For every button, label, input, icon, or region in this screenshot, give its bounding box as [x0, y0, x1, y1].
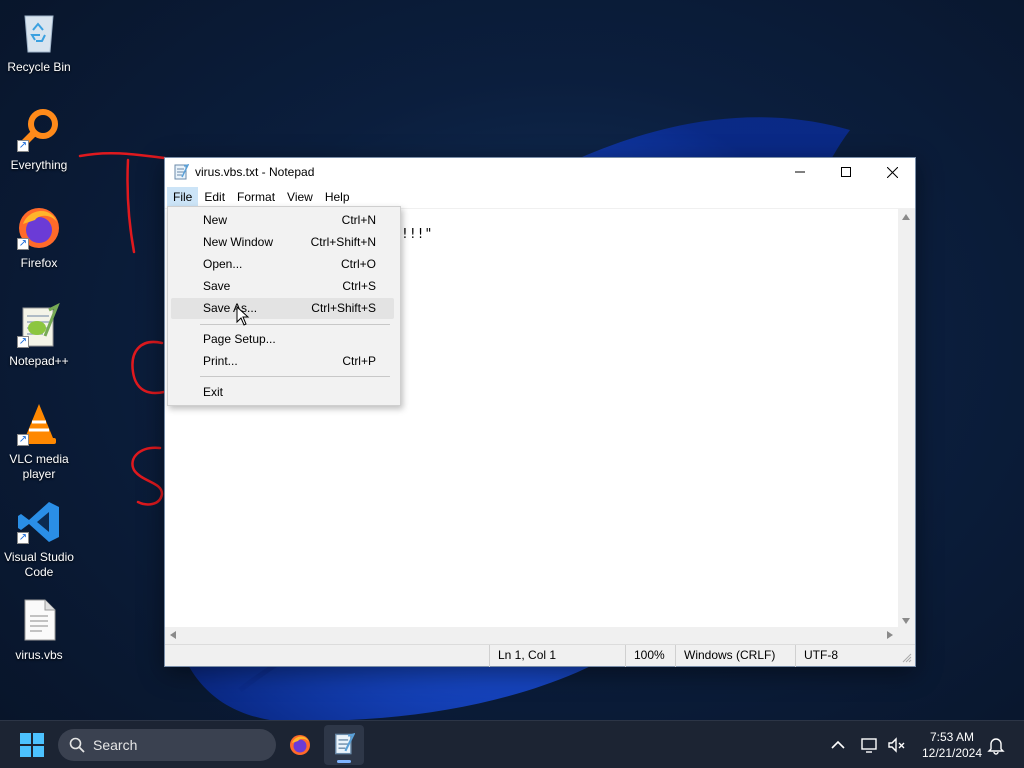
volume-muted-icon[interactable]: [886, 735, 906, 755]
shortcut-arrow-icon: ↗: [17, 140, 29, 152]
notepad-app-icon: [174, 164, 189, 180]
scroll-right-icon[interactable]: [887, 631, 893, 639]
taskbar-firefox[interactable]: [280, 725, 320, 765]
shortcut-arrow-icon: ↗: [17, 434, 29, 446]
horizontal-scrollbar[interactable]: [165, 627, 898, 644]
menu-item-label: Save: [203, 279, 231, 293]
shortcut-arrow-icon: ↗: [17, 532, 29, 544]
menu-view[interactable]: View: [281, 187, 319, 207]
status-bar: Ln 1, Col 1 100% Windows (CRLF) UTF-8: [165, 644, 915, 667]
firefox-icon: [290, 735, 310, 755]
notepad-icon: [335, 733, 355, 755]
minimize-button[interactable]: [777, 158, 823, 186]
maximize-button[interactable]: [823, 158, 869, 186]
menu-item-shortcut: Ctrl+O: [340, 257, 376, 271]
title-bar[interactable]: virus.vbs.txt - Notepad: [165, 158, 915, 186]
everything-search-icon: ↗: [15, 106, 63, 154]
menu-separator: [200, 324, 390, 325]
menu-file[interactable]: File: [167, 187, 199, 207]
menu-item-shortcut: Ctrl+P: [342, 354, 376, 368]
search-placeholder: Search: [93, 737, 138, 753]
menu-item-new-window[interactable]: New Window Ctrl+Shift+N: [171, 232, 394, 253]
taskbar-clock[interactable]: 7:53 AM 12/21/2024: [910, 729, 994, 761]
recycle-bin-icon: [15, 8, 63, 56]
firefox-icon: ↗: [15, 204, 63, 252]
status-zoom: 100%: [625, 645, 675, 667]
menu-help[interactable]: Help: [319, 187, 356, 207]
menu-item-save-as[interactable]: Save As... Ctrl+Shift+S: [171, 298, 394, 319]
menu-item-shortcut: Ctrl+S: [342, 279, 376, 293]
close-icon: [886, 166, 898, 178]
menu-item-label: Page Setup...: [203, 332, 276, 346]
editor-content: !!!": [401, 227, 433, 242]
menu-item-exit[interactable]: Exit: [171, 382, 394, 403]
maximize-icon: [841, 167, 851, 177]
file-menu-dropdown: New Ctrl+N New Window Ctrl+Shift+N Open.…: [167, 206, 401, 406]
menu-item-shortcut: Ctrl+Shift+S: [311, 301, 376, 315]
vbs-file-icon: [15, 596, 63, 644]
status-line-ending: Windows (CRLF): [675, 645, 795, 667]
taskbar-search-box[interactable]: Search: [58, 729, 276, 761]
desktop-icon-notepadpp[interactable]: ↗ Notepad++: [2, 302, 76, 369]
search-icon: [69, 737, 85, 753]
menu-item-label: Exit: [203, 385, 224, 399]
menu-item-new[interactable]: New Ctrl+N: [171, 210, 394, 231]
menu-item-shortcut: Ctrl+N: [341, 213, 376, 227]
shortcut-arrow-icon: ↗: [17, 238, 29, 250]
desktop-icon-label: Recycle Bin: [7, 60, 71, 74]
clock-time: 7:53 AM: [929, 730, 975, 744]
menu-item-print[interactable]: Print... Ctrl+P: [171, 351, 394, 372]
menu-item-label: New: [203, 213, 228, 227]
active-app-indicator: [337, 760, 351, 763]
status-position: Ln 1, Col 1: [489, 645, 625, 667]
desktop-icon-label: Visual Studio Code: [4, 550, 74, 579]
desktop-icon-label: Notepad++: [9, 354, 69, 368]
desktop-icon-firefox[interactable]: ↗ Firefox: [2, 204, 76, 271]
desktop-icon-recycle-bin[interactable]: Recycle Bin: [2, 8, 76, 75]
shortcut-arrow-icon: ↗: [17, 336, 29, 348]
scrollbar-corner: [898, 627, 915, 644]
close-button[interactable]: [869, 158, 915, 186]
taskbar: Search 7:53 AM 12/21/2024: [0, 720, 1024, 768]
network-icon[interactable]: [860, 735, 880, 755]
desktop-icon-label: VLC media player: [9, 452, 69, 481]
menu-format[interactable]: Format: [231, 187, 281, 207]
vscode-icon: ↗: [15, 498, 63, 546]
vlc-icon: ↗: [15, 400, 63, 448]
desktop-icon-label: Firefox: [20, 256, 58, 270]
notepadpp-icon: ↗: [15, 302, 63, 350]
clock-date: 12/21/2024: [921, 746, 983, 760]
menu-item-label: New Window: [203, 235, 274, 249]
scroll-up-icon[interactable]: [902, 214, 910, 220]
scroll-left-icon[interactable]: [170, 631, 176, 639]
desktop-icon-label: Everything: [10, 158, 68, 172]
menu-item-label: Open...: [203, 257, 243, 271]
resize-grip-icon[interactable]: [902, 653, 912, 663]
taskbar-notepad[interactable]: [324, 725, 364, 765]
menu-item-save[interactable]: Save Ctrl+S: [171, 276, 394, 297]
chevron-up-icon[interactable]: [828, 735, 848, 755]
desktop-icon-virus-vbs[interactable]: virus.vbs: [2, 596, 76, 663]
menu-item-open[interactable]: Open... Ctrl+O: [171, 254, 394, 275]
desktop-icon-everything[interactable]: ↗ Everything: [2, 106, 76, 173]
desktop-icon-vlc[interactable]: ↗ VLC media player: [2, 400, 76, 482]
scroll-down-icon[interactable]: [902, 618, 910, 624]
menu-item-shortcut: Ctrl+Shift+N: [310, 235, 376, 249]
vertical-scrollbar[interactable]: [898, 208, 915, 628]
desktop-icon-label: virus.vbs: [15, 648, 63, 662]
status-encoding: UTF-8: [795, 645, 899, 667]
menu-item-label: Print...: [203, 354, 238, 368]
window-title: virus.vbs.txt - Notepad: [195, 165, 315, 179]
menu-item-page-setup[interactable]: Page Setup...: [171, 329, 394, 350]
windows-start-icon[interactable]: [20, 733, 44, 757]
menu-separator: [200, 376, 390, 377]
mouse-cursor-icon: [236, 306, 250, 326]
notification-bell-icon[interactable]: [986, 735, 1006, 755]
desktop-icon-vscode[interactable]: ↗ Visual Studio Code: [2, 498, 76, 580]
menu-bar: File Edit Format View Help: [165, 186, 915, 208]
menu-edit[interactable]: Edit: [198, 187, 231, 207]
minimize-icon: [795, 171, 805, 173]
